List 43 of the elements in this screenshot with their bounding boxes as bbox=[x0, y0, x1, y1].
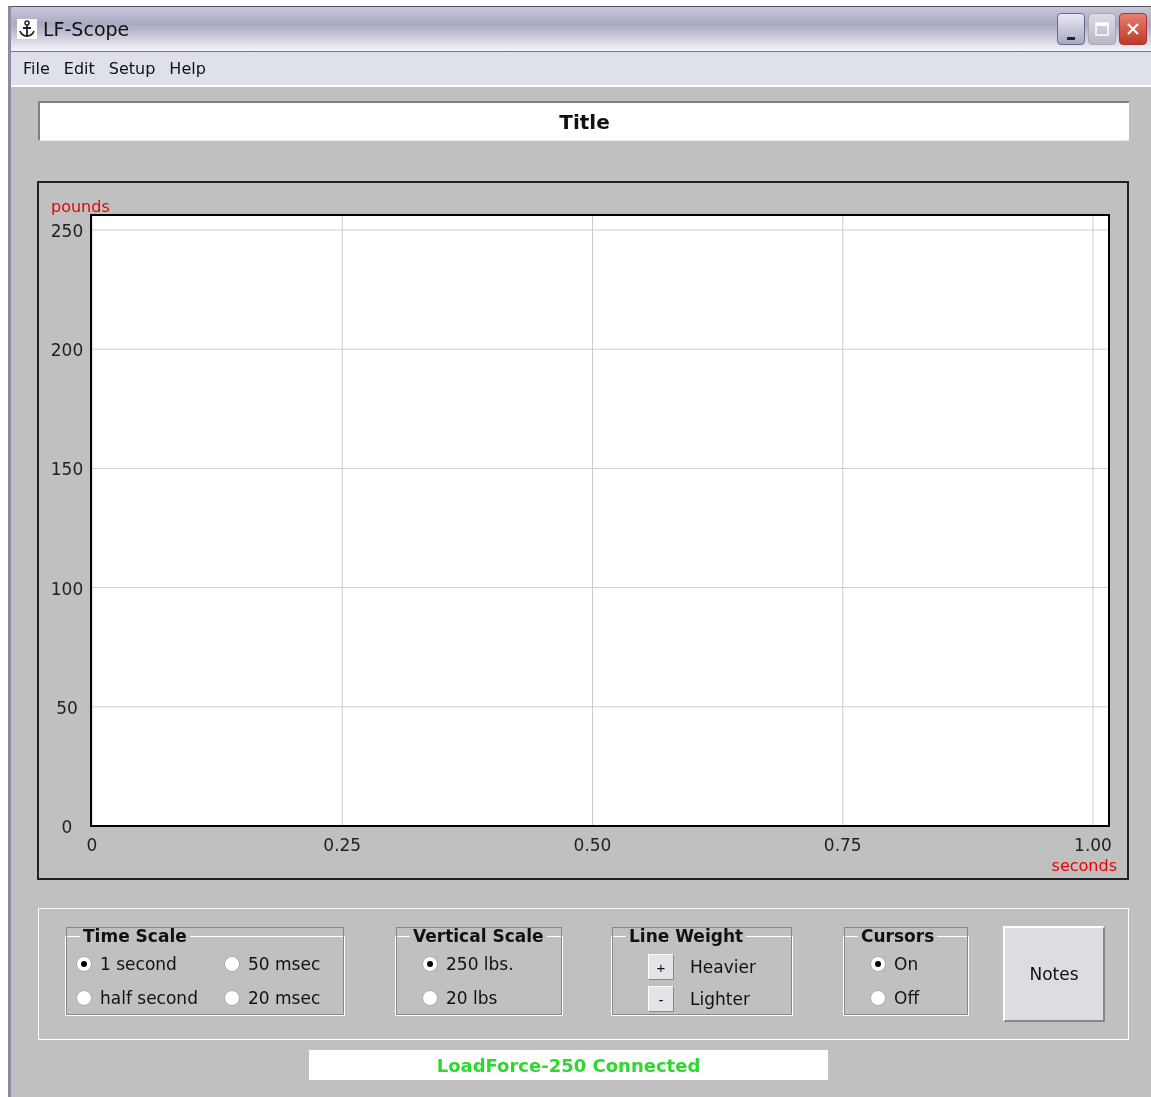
minimize-icon bbox=[1067, 37, 1075, 40]
x-tick-label: 0.75 bbox=[823, 835, 862, 855]
maximize-icon bbox=[1095, 22, 1109, 36]
x-axis-label: seconds bbox=[1051, 856, 1117, 875]
button-label: Heavier bbox=[690, 957, 756, 977]
group-title: Vertical Scale bbox=[412, 926, 545, 946]
group-title: Cursors bbox=[860, 926, 936, 946]
radio-option[interactable]: 20 lbs bbox=[422, 988, 552, 1008]
menu-item[interactable]: Setup bbox=[104, 59, 160, 78]
menu-item[interactable]: File bbox=[19, 59, 54, 78]
button-label: Lighter bbox=[690, 989, 750, 1009]
y-tick-label: 0 bbox=[61, 817, 73, 837]
radio-option[interactable]: 20 msec bbox=[224, 988, 334, 1008]
y-tick-label: 50 bbox=[56, 697, 78, 718]
anchor-icon bbox=[17, 19, 37, 39]
menu-item[interactable]: Edit bbox=[59, 59, 99, 78]
x-tick-label: 1.00 bbox=[1074, 835, 1112, 855]
close-button[interactable] bbox=[1119, 13, 1147, 45]
y-tick-label: 200 bbox=[50, 340, 84, 361]
y-tick-label: 250 bbox=[50, 221, 84, 241]
radio-option[interactable]: Off bbox=[870, 988, 958, 1008]
step-button[interactable]: + bbox=[648, 954, 674, 980]
step-button[interactable]: - bbox=[648, 986, 674, 1012]
menu-item[interactable]: Help bbox=[165, 59, 210, 78]
close-icon bbox=[1126, 22, 1140, 36]
x-tick-label: 0 bbox=[86, 835, 98, 855]
y-axis-label: pounds bbox=[51, 197, 110, 216]
status-field: LoadForce-250 Connected bbox=[309, 1050, 828, 1080]
radio-option[interactable]: 50 msec bbox=[224, 954, 334, 974]
x-tick-label: 0.25 bbox=[323, 835, 362, 855]
radio-option[interactable]: 1 second bbox=[76, 954, 224, 974]
y-tick-label: 100 bbox=[50, 578, 84, 599]
radio-option[interactable]: 250 lbs. bbox=[422, 954, 552, 974]
y-tick-label: 150 bbox=[50, 459, 84, 480]
window-title: LF-Scope bbox=[43, 18, 130, 40]
notes-button[interactable]: Notes bbox=[1003, 926, 1105, 1022]
group-title: Line Weight bbox=[628, 926, 745, 946]
group-title: Time Scale bbox=[82, 926, 188, 946]
x-tick-label: 0.50 bbox=[573, 835, 612, 855]
title-field[interactable]: Title bbox=[38, 101, 1129, 141]
radio-option[interactable]: On bbox=[870, 954, 958, 974]
minimize-button[interactable] bbox=[1057, 13, 1085, 45]
radio-option[interactable]: half second bbox=[76, 988, 224, 1008]
